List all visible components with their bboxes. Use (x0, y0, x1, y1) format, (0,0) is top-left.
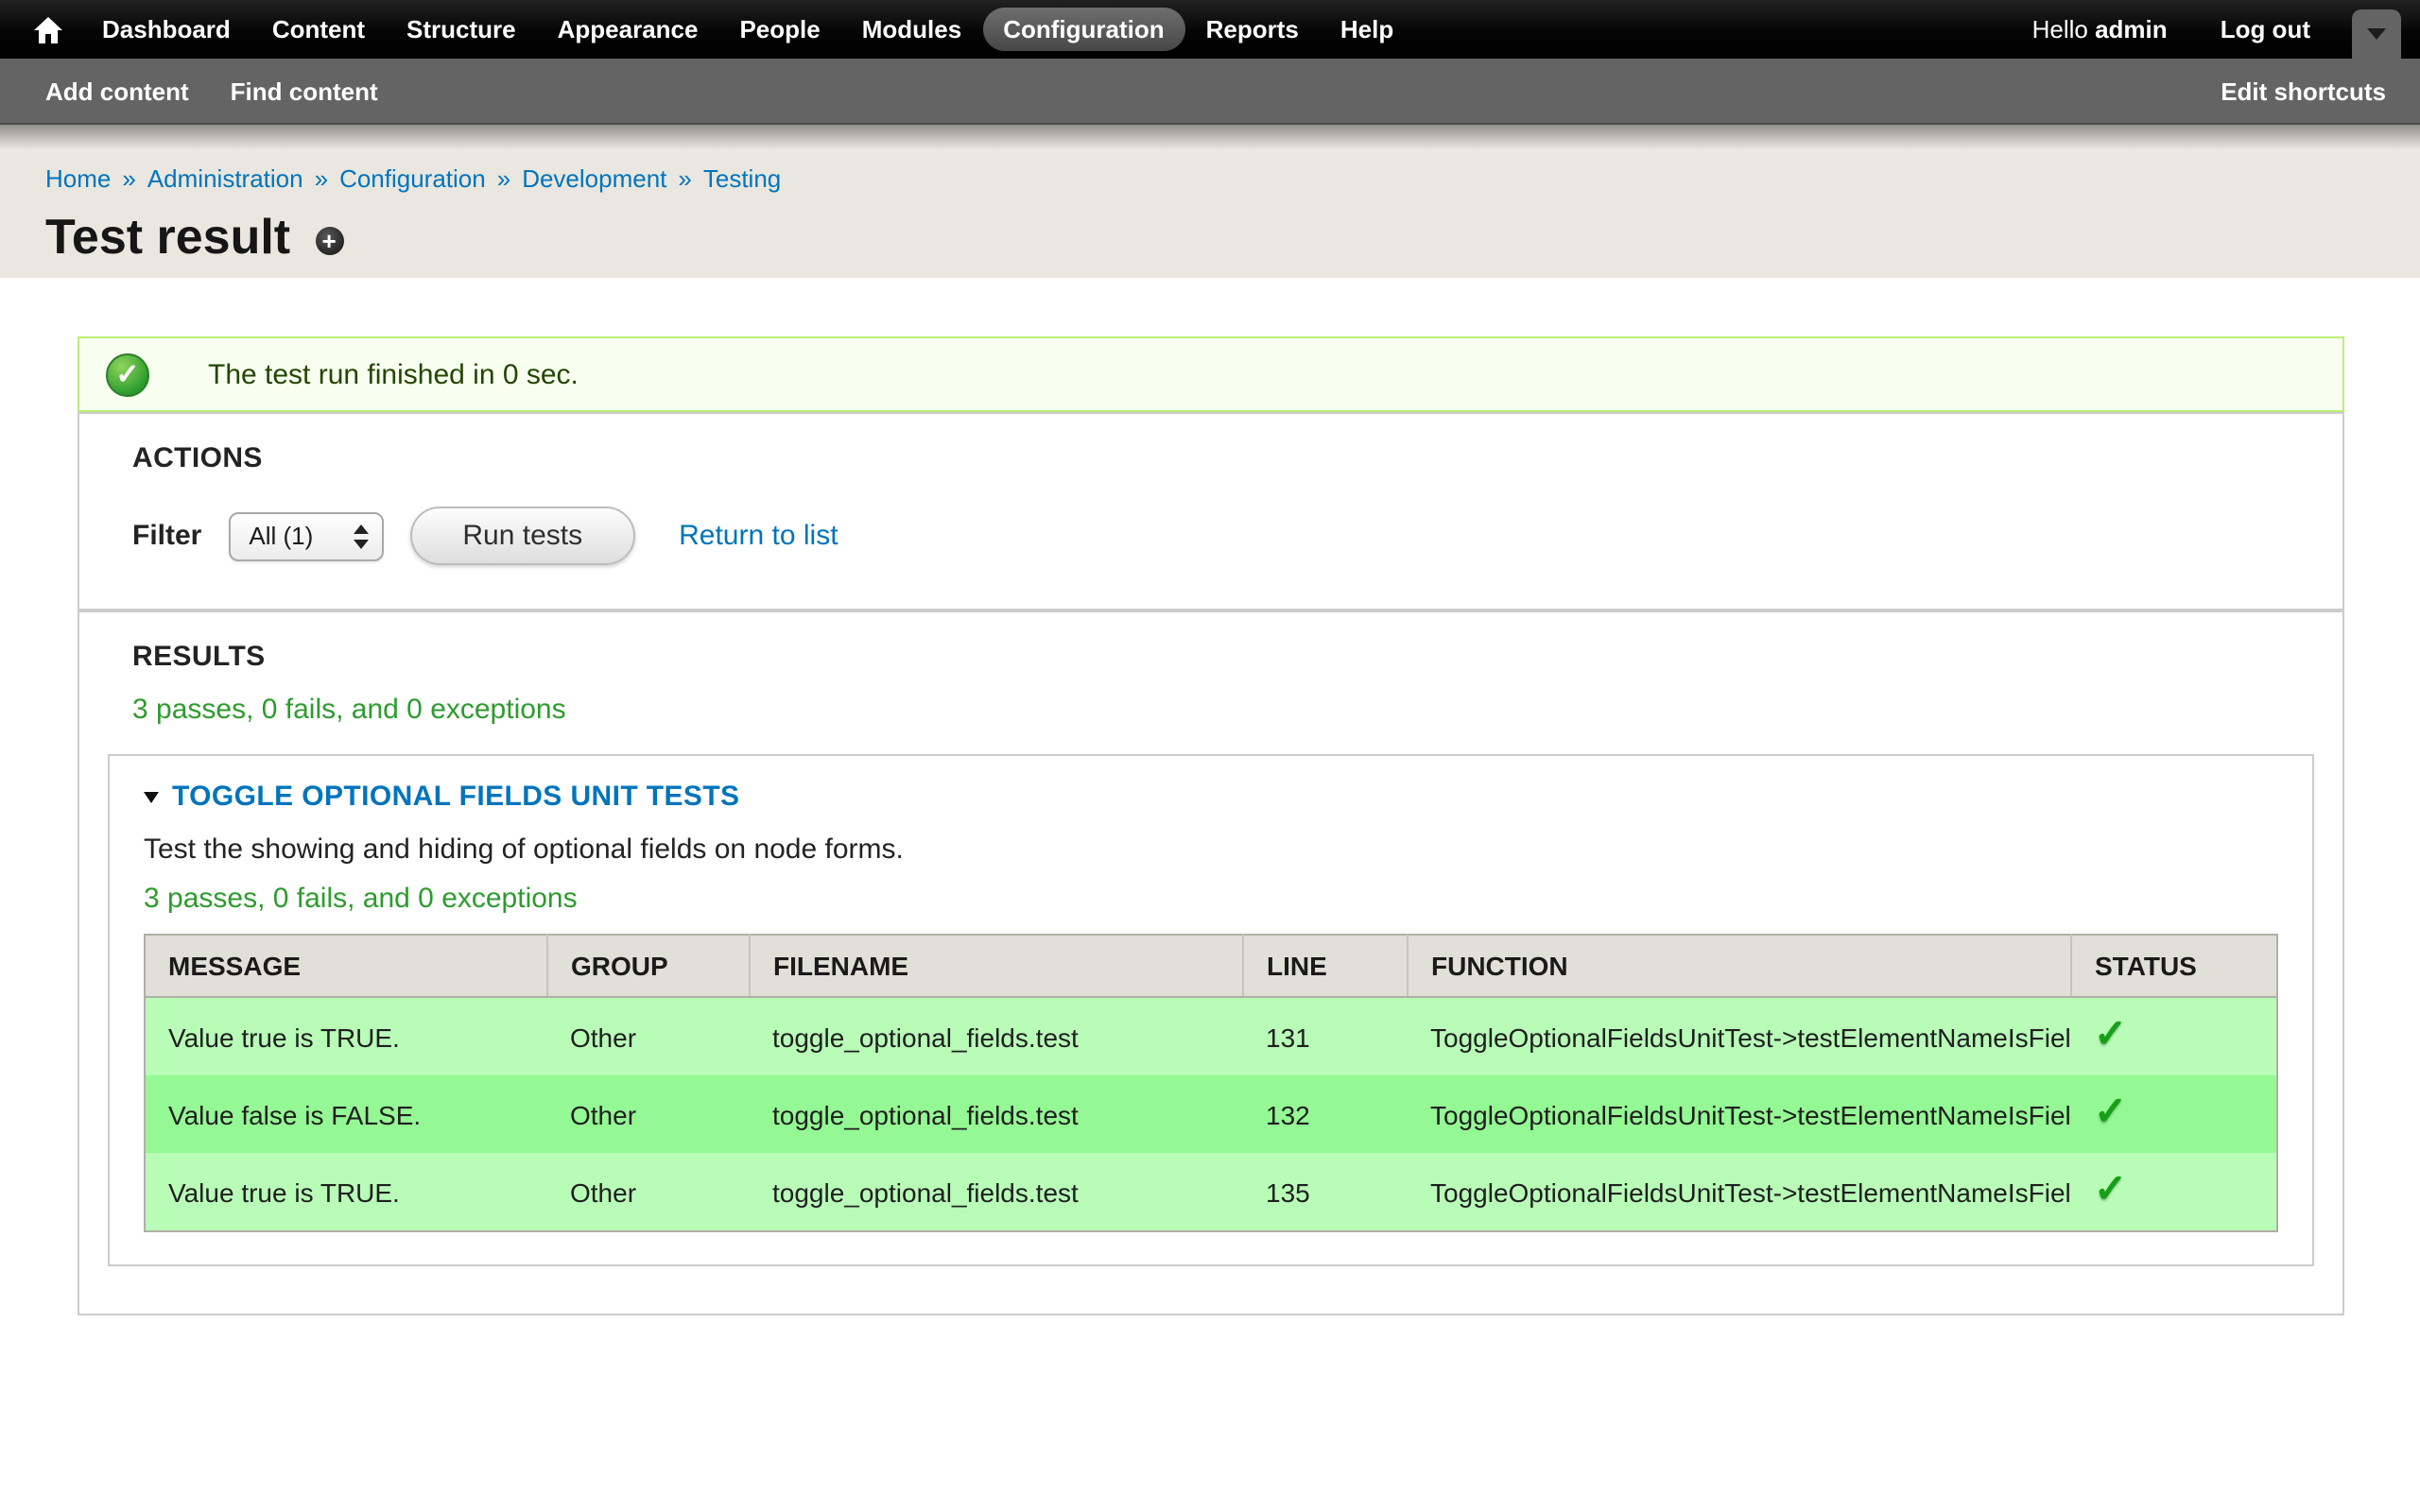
message-cell: Value false is FALSE. (145, 1075, 547, 1153)
results-fieldset: RESULTS 3 passes, 0 fails, and 0 excepti… (78, 610, 2344, 1315)
pass-checkmark-icon: ✓ (2094, 1091, 2127, 1134)
results-table-head: MESSAGEGROUPFILENAMELINEFUNCTIONSTATUS (145, 935, 2277, 997)
run-tests-button[interactable]: Run tests (409, 507, 635, 565)
filter-select[interactable]: All (1) (228, 511, 383, 560)
status-cell: ✓ (2071, 997, 2277, 1075)
header-region: Home » Administration » Configuration » Develo… (0, 125, 2420, 278)
collapse-arrow-icon (144, 791, 159, 802)
test-group-fieldset: TOGGLE OPTIONAL FIELDS UNIT TESTS Test t… (108, 754, 2314, 1266)
toolbar-item-reports[interactable]: Reports (1185, 8, 1320, 51)
column-header-message: MESSAGE (145, 935, 547, 997)
toolbar-toggle-tab[interactable] (2352, 9, 2401, 59)
column-header-line: LINE (1243, 935, 1408, 997)
toolbar-item-dashboard[interactable]: Dashboard (81, 8, 251, 51)
status-message-text: The test run finished in 0 sec. (208, 358, 579, 390)
shortcut-link-add-content[interactable]: Add content (45, 77, 189, 106)
toolbar-item-appearance[interactable]: Appearance (537, 8, 719, 51)
username-link[interactable]: admin (2095, 15, 2168, 43)
filename-cell: toggle_optional_fields.test (750, 1075, 1243, 1153)
filename-cell: toggle_optional_fields.test (750, 997, 1243, 1075)
status-message: ✓ The test run finished in 0 sec. (78, 336, 2344, 412)
group-cell: Other (547, 1153, 750, 1231)
pass-checkmark-icon: ✓ (2094, 1168, 2127, 1211)
greeting: Hello admin (2032, 15, 2168, 43)
admin-toolbar: DashboardContentStructureAppearancePeopl… (0, 0, 2420, 59)
toolbar-item-people[interactable]: People (718, 8, 840, 51)
home-button[interactable] (23, 9, 81, 50)
home-icon (34, 16, 62, 43)
filename-cell: toggle_optional_fields.test (750, 1153, 1243, 1231)
line-cell: 132 (1243, 1075, 1408, 1153)
status-cell: ✓ (2071, 1075, 2277, 1153)
column-header-filename: FILENAME (750, 935, 1243, 997)
breadcrumb-link-testing[interactable]: Testing (703, 164, 781, 193)
page-title: Test result (45, 210, 290, 263)
status-cell: ✓ (2071, 1153, 2277, 1231)
shortcut-link-find-content[interactable]: Find content (231, 77, 378, 106)
toolbar-item-modules[interactable]: Modules (841, 8, 982, 51)
edit-shortcuts-link[interactable]: Edit shortcuts (2221, 77, 2386, 106)
greeting-prefix: Hello (2032, 15, 2096, 43)
status-ok-icon: ✓ (106, 352, 149, 396)
table-row: Value true is TRUE.Othertoggle_optional_… (145, 1153, 2277, 1231)
group-cell: Other (547, 1075, 750, 1153)
shortcut-links: Add content Find content (45, 77, 2221, 106)
message-cell: Value true is TRUE. (145, 997, 547, 1075)
shortcut-bar-shadow (0, 125, 2420, 149)
column-header-function: FUNCTION (1408, 935, 2071, 997)
filter-label: Filter (132, 520, 201, 552)
breadcrumb-link-home[interactable]: Home (45, 164, 111, 193)
toolbar-item-help[interactable]: Help (1320, 8, 1414, 51)
column-header-status: STATUS (2071, 935, 2277, 997)
column-header-group: GROUP (547, 935, 750, 997)
toolbar-item-content[interactable]: Content (251, 8, 386, 51)
filter-select-value: All (1) (249, 522, 313, 550)
results-summary: 3 passes, 0 fails, and 0 exceptions (79, 673, 2342, 726)
breadcrumb-separator: » (122, 164, 135, 193)
function-cell: ToggleOptionalFieldsUnitTest->testElemen… (1408, 1075, 2071, 1153)
pass-checkmark-icon: ✓ (2094, 1013, 2127, 1057)
group-cell: Other (547, 997, 750, 1075)
toolbar-item-configuration[interactable]: Configuration (982, 8, 1184, 51)
page-title-row: Test result + (45, 193, 2375, 263)
results-table: MESSAGEGROUPFILENAMELINEFUNCTIONSTATUS V… (144, 934, 2278, 1232)
table-row: Value false is FALSE.Othertoggle_optiona… (145, 1075, 2277, 1153)
breadcrumb-link-administration[interactable]: Administration (147, 164, 303, 193)
shortcut-bar: Add content Find content Edit shortcuts (0, 59, 2420, 125)
breadcrumb-link-development[interactable]: Development (522, 164, 666, 193)
return-to-list-link[interactable]: Return to list (679, 520, 838, 552)
toolbar-menu: DashboardContentStructureAppearancePeopl… (23, 8, 2032, 51)
test-group-summary: 3 passes, 0 fails, and 0 exceptions (110, 866, 2312, 915)
breadcrumb-separator: » (315, 164, 328, 193)
actions-fieldset: ACTIONS Filter All (1) Run tests Return … (78, 412, 2344, 610)
breadcrumb-separator: » (497, 164, 510, 193)
message-cell: Value true is TRUE. (145, 1153, 547, 1231)
chevron-down-icon (2367, 28, 2386, 40)
main-content: ✓ The test run finished in 0 sec. ACTION… (0, 278, 2420, 1391)
test-group-toggle[interactable]: TOGGLE OPTIONAL FIELDS UNIT TESTS (110, 756, 2312, 813)
select-stepper-icon (353, 524, 368, 548)
actions-row: Filter All (1) Run tests Return to list (79, 474, 2342, 609)
toolbar-item-structure[interactable]: Structure (386, 8, 537, 51)
breadcrumb-separator: » (678, 164, 691, 193)
function-cell: ToggleOptionalFieldsUnitTest->testElemen… (1408, 997, 2071, 1075)
add-shortcut-icon[interactable]: + (315, 226, 343, 254)
breadcrumb-link-configuration[interactable]: Configuration (339, 164, 486, 193)
table-row: Value true is TRUE.Othertoggle_optional_… (145, 997, 2277, 1075)
results-table-body: Value true is TRUE.Othertoggle_optional_… (145, 997, 2277, 1231)
test-group-description: Test the showing and hiding of optional … (110, 813, 2312, 866)
toolbar-account-area: Hello admin Log out (2032, 15, 2310, 43)
actions-legend: ACTIONS (79, 414, 2342, 474)
line-cell: 131 (1243, 997, 1408, 1075)
function-cell: ToggleOptionalFieldsUnitTest->testElemen… (1408, 1153, 2071, 1231)
breadcrumb: Home » Administration » Configuration » Develo… (45, 166, 2375, 193)
results-legend: RESULTS (79, 612, 2342, 673)
page: DashboardContentStructureAppearancePeopl… (0, 0, 2420, 1512)
test-group-title[interactable]: TOGGLE OPTIONAL FIELDS UNIT TESTS (172, 781, 739, 813)
logout-link[interactable]: Log out (2221, 15, 2310, 43)
line-cell: 135 (1243, 1153, 1408, 1231)
